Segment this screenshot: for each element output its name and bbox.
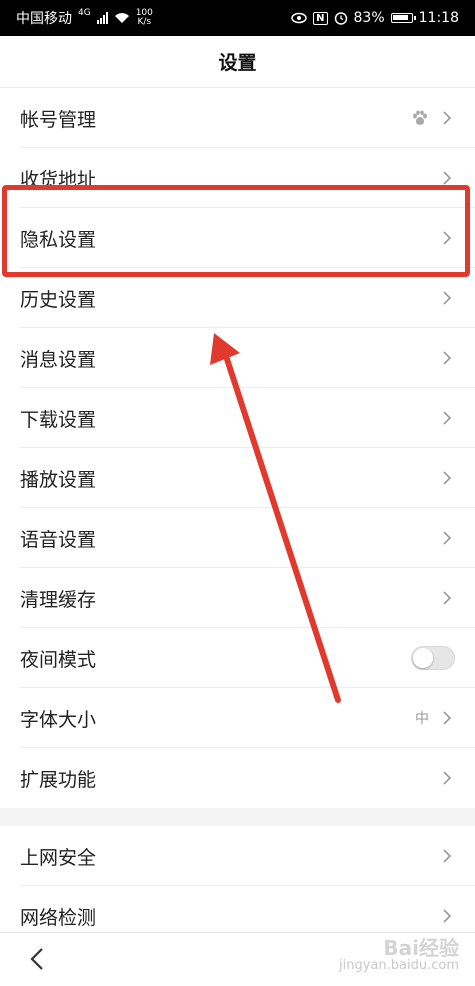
settings-item-playback[interactable]: 播放设置	[0, 448, 475, 508]
settings-item-label: 上网安全	[20, 846, 97, 869]
battery-icon	[390, 13, 416, 23]
settings-list-main: 帐号管理 收货地址 隐私设置 历史设置 消息设置 下载设置 播放设置 语音设置	[0, 88, 475, 808]
wifi-icon	[114, 13, 129, 23]
settings-item-download[interactable]: 下载设置	[0, 388, 475, 448]
watermark-url: jingyan.baidu.com	[339, 958, 459, 973]
chevron-right-icon	[443, 591, 452, 605]
chevron-right-icon	[443, 711, 452, 725]
network-type: 4G	[78, 8, 91, 18]
settings-item-clear-cache[interactable]: 清理缓存	[0, 568, 475, 628]
chevron-right-icon	[443, 471, 452, 485]
settings-item-label: 帐号管理	[20, 108, 97, 131]
settings-item-font-size[interactable]: 字体大小 中	[0, 688, 475, 748]
settings-item-web-security[interactable]: 上网安全	[0, 826, 475, 886]
settings-item-label: 扩展功能	[20, 768, 97, 791]
watermark-brand: Bai经验	[383, 936, 459, 960]
settings-item-label: 历史设置	[20, 288, 97, 311]
settings-item-label: 消息设置	[20, 348, 97, 371]
page-title-bar: 设置	[0, 36, 475, 88]
chevron-right-icon	[443, 291, 452, 305]
night-mode-toggle[interactable]	[411, 646, 455, 670]
settings-item-night-mode: 夜间模式	[0, 628, 475, 688]
status-bar: 中国移动 4G 100 K/s N 83% 11:18	[0, 0, 475, 36]
font-size-value: 中	[415, 711, 429, 727]
settings-item-label: 字体大小	[20, 708, 97, 731]
network-speed: 100 K/s	[135, 8, 153, 27]
chevron-right-icon	[443, 111, 452, 125]
settings-item-label: 下载设置	[20, 408, 97, 431]
chevron-right-icon	[443, 351, 452, 365]
chevron-right-icon	[443, 909, 452, 923]
nfc-icon: N	[313, 11, 328, 25]
clock: 11:18	[418, 10, 459, 26]
settings-item-account[interactable]: 帐号管理	[0, 88, 475, 148]
chevron-right-icon	[443, 531, 452, 545]
settings-item-label: 隐私设置	[20, 228, 97, 251]
settings-item-privacy[interactable]: 隐私设置	[0, 208, 475, 268]
bottom-nav-bar: Bai经验 jingyan.baidu.com	[0, 932, 475, 986]
carrier-name: 中国移动	[16, 11, 72, 27]
alarm-icon	[334, 12, 347, 25]
chevron-right-icon	[443, 771, 452, 785]
settings-item-extensions[interactable]: 扩展功能	[0, 748, 475, 808]
watermark: Bai经验 jingyan.baidu.com	[339, 936, 459, 975]
settings-list-network: 上网安全 网络检测	[0, 826, 475, 946]
settings-item-label: 网络检测	[20, 906, 97, 929]
settings-item-messages[interactable]: 消息设置	[0, 328, 475, 388]
settings-item-label: 夜间模式	[20, 648, 97, 671]
eye-icon	[291, 12, 307, 24]
settings-item-label: 清理缓存	[20, 588, 97, 611]
chevron-right-icon	[443, 231, 452, 245]
signal-icon	[96, 12, 108, 24]
settings-item-voice[interactable]: 语音设置	[0, 508, 475, 568]
settings-item-label: 收货地址	[20, 168, 97, 191]
battery-percent: 83%	[353, 10, 385, 26]
settings-item-address[interactable]: 收货地址	[0, 148, 475, 208]
chevron-right-icon	[443, 171, 452, 185]
chevron-right-icon	[443, 411, 452, 425]
settings-item-history[interactable]: 历史设置	[0, 268, 475, 328]
baidu-paw-icon	[413, 110, 427, 125]
page-title: 设置	[218, 52, 257, 74]
settings-item-label: 播放设置	[20, 468, 97, 491]
back-arrow-icon[interactable]	[24, 945, 52, 973]
chevron-right-icon	[443, 849, 452, 863]
settings-item-label: 语音设置	[20, 528, 97, 551]
